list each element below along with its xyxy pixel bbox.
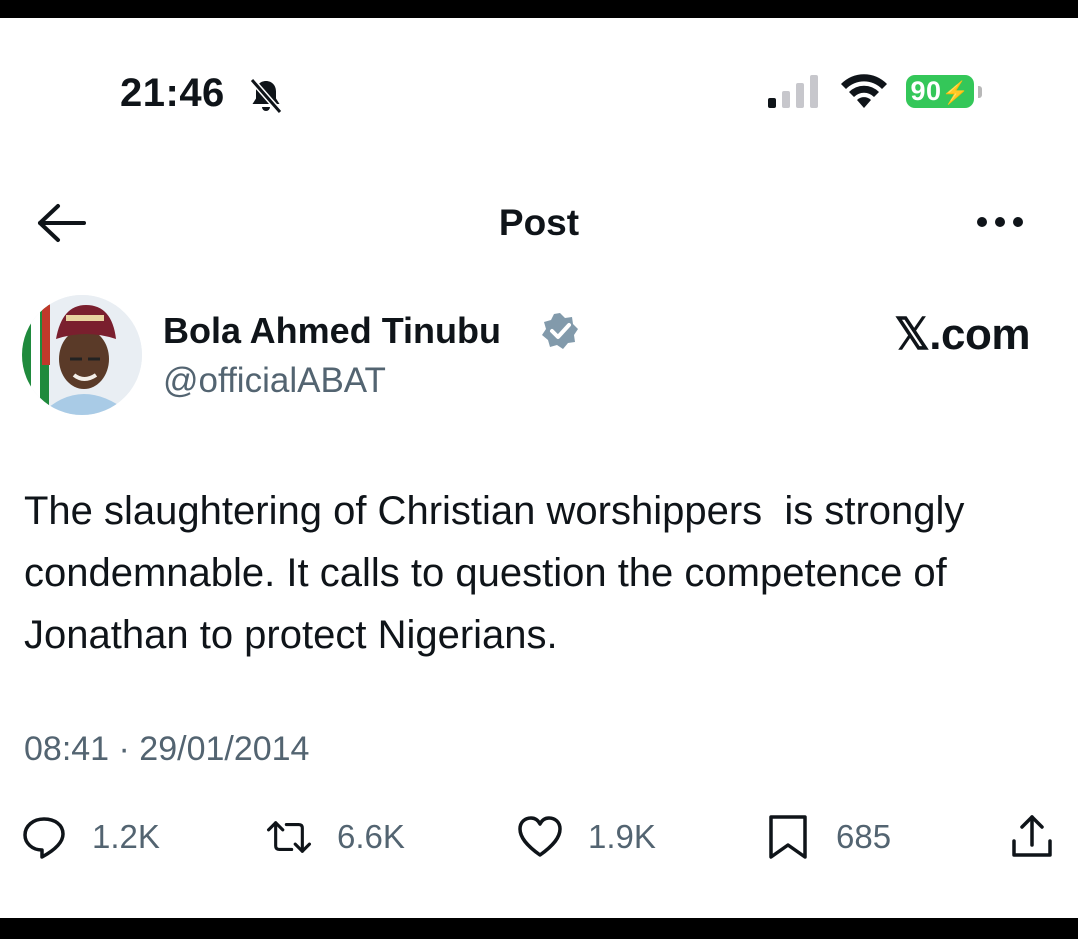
battery-level: 90 (910, 76, 942, 106)
top-border (0, 0, 1078, 18)
more-horizontal-icon[interactable] (974, 206, 1026, 238)
signal-icon (768, 75, 818, 108)
bell-slash-icon (249, 78, 283, 114)
status-time: 21:46 (120, 71, 225, 115)
tweet-text: The slaughtering of Christian worshipper… (24, 489, 976, 657)
page-title: Post (498, 202, 580, 243)
avatar[interactable] (22, 295, 142, 415)
like-icon (518, 816, 562, 857)
like-button[interactable]: 1.9K (516, 812, 656, 862)
reply-count: 1.2K (92, 818, 160, 855)
verified-badge-icon (542, 313, 578, 349)
author-name[interactable]: Bola Ahmed Tinubu (163, 309, 501, 353)
share-button[interactable] (1008, 812, 1056, 862)
tweet-timestamp[interactable]: 08:41 · 29/01/2014 (24, 728, 309, 770)
x-watermark: 𝕏.com (894, 310, 1030, 359)
bookmark-button[interactable]: 685 (764, 812, 891, 862)
repost-button[interactable]: 6.6K (265, 812, 405, 862)
bookmark-icon (769, 815, 807, 859)
bookmark-count: 685 (836, 818, 892, 855)
bottom-border (0, 918, 1078, 939)
battery-tip (978, 86, 982, 98)
reply-icon (23, 817, 65, 859)
share-icon (1012, 815, 1052, 857)
battery-indicator: 90⚡ (906, 75, 974, 108)
battery-charging-icon: ⚡ (941, 80, 970, 105)
avatar-portrait (22, 295, 142, 415)
like-count: 1.9K (588, 818, 656, 855)
repost-icon (267, 821, 311, 853)
reply-button[interactable]: 1.2K (20, 812, 160, 862)
wifi-icon (841, 74, 887, 108)
author-handle[interactable]: @officialABAT (163, 360, 386, 402)
repost-count: 6.6K (337, 818, 405, 855)
